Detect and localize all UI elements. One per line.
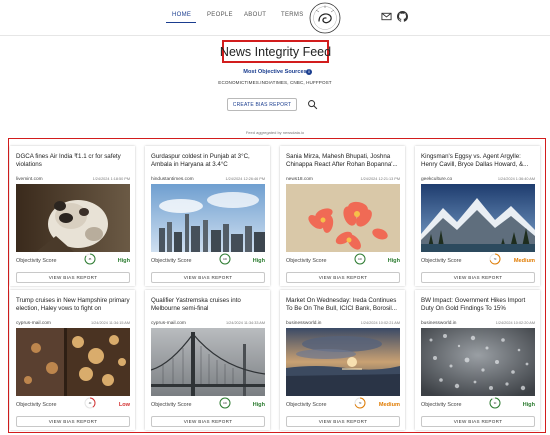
news-card: DGCA fines Air India ₹1.1 cr for safety … — [10, 146, 135, 286]
objectivity-score-gauge: 100 — [354, 253, 366, 265]
news-card: Sania Mirza, Mahesh Bhupati, Joshna Chin… — [280, 146, 405, 286]
nav-home[interactable]: HOME — [172, 12, 191, 18]
objectivity-score-label: Objectivity Score — [16, 258, 57, 264]
objectivity-score-value: 90 — [494, 403, 497, 405]
bias-rating: High — [117, 258, 130, 264]
view-bias-report-button[interactable]: VIEW BIAS REPORT — [286, 272, 400, 283]
nav-about[interactable]: ABOUT — [244, 12, 266, 18]
view-bias-report-button[interactable]: VIEW BIAS REPORT — [421, 416, 535, 427]
github-icon[interactable] — [397, 11, 408, 22]
card-timestamp: 1/24/2024 1:18:50 PM — [92, 177, 130, 181]
card-image[interactable] — [421, 184, 535, 252]
objectivity-score-value: 70 — [494, 259, 497, 261]
card-timestamp: 1/24/2024 12:26:46 PM — [225, 177, 265, 181]
card-title[interactable]: Gurdaspur coldest in Punjab at 3°C, Amba… — [151, 153, 266, 175]
objectivity-score-gauge: 85 — [84, 253, 96, 265]
view-bias-report-button[interactable]: VIEW BIAS REPORT — [286, 416, 400, 427]
bias-rating: High — [387, 258, 400, 264]
news-card: Kingsman's Eggsy vs. Agent Argylle: Henr… — [415, 146, 540, 286]
objective-sources-list: ECONOMICTIMES.INDIATIMES, CNBC, HUFFPOST — [218, 80, 332, 85]
objectivity-score-label: Objectivity Score — [286, 258, 327, 264]
news-card: Trump cruises in New Hampshire primary e… — [10, 290, 135, 430]
objectivity-score-value: 100 — [223, 259, 228, 261]
most-objective-label: Most Objective Sources — [243, 69, 307, 75]
card-source: livemint.com — [16, 177, 43, 182]
objectivity-score-label: Objectivity Score — [16, 402, 57, 408]
objectivity-score-value: 100 — [358, 259, 363, 261]
page-title: News Integrity Feed — [219, 44, 332, 59]
card-source: cyprus-mail.com — [151, 321, 186, 326]
card-title[interactable]: Qualifier Yastremska cruises into Melbou… — [151, 297, 266, 319]
card-source: geekculture.co — [421, 177, 453, 182]
news-card: Gurdaspur coldest in Punjab at 3°C, Amba… — [145, 146, 270, 286]
objectivity-score-label: Objectivity Score — [421, 402, 462, 408]
bias-rating: Medium — [513, 258, 535, 264]
objectivity-score-label: Objectivity Score — [286, 402, 327, 408]
card-title[interactable]: BW Impact: Government Hikes Import Duty … — [421, 297, 536, 319]
news-card: Qualifier Yastremska cruises into Melbou… — [145, 290, 270, 430]
objectivity-score-label: Objectivity Score — [151, 402, 192, 408]
card-timestamp: 1/24/2024 10:02:20 AM — [495, 321, 535, 325]
card-title[interactable]: Sania Mirza, Mahesh Bhupati, Joshna Chin… — [286, 153, 401, 175]
objectivity-score-label: Objectivity Score — [421, 258, 462, 264]
card-image[interactable] — [151, 184, 265, 252]
news-card: Market On Wednesday: Ireda Continues To … — [280, 290, 405, 430]
objectivity-score-gauge: 90 — [489, 397, 501, 409]
create-bias-report-button[interactable]: CREATE BIAS REPORT — [227, 98, 297, 111]
card-image[interactable] — [16, 184, 130, 252]
card-source: businessworld.in — [286, 321, 322, 326]
news-card: BW Impact: Government Hikes Import Duty … — [415, 290, 540, 430]
info-icon[interactable]: i — [306, 69, 312, 75]
view-bias-report-button[interactable]: VIEW BIAS REPORT — [151, 416, 265, 427]
objectivity-score-gauge: 70 — [489, 253, 501, 265]
card-source: businessworld.in — [421, 321, 457, 326]
objectivity-score-value: 40 — [89, 403, 92, 405]
card-timestamp: 1/24/2024 10:02:21 AM — [360, 321, 400, 325]
objectivity-score-gauge: 40 — [84, 397, 96, 409]
card-image[interactable] — [151, 328, 265, 396]
card-timestamp: 1/24/2024 11:34:15 AM — [91, 321, 130, 325]
view-bias-report-button[interactable]: VIEW BIAS REPORT — [151, 272, 265, 283]
view-bias-report-button[interactable]: VIEW BIAS REPORT — [421, 272, 535, 283]
card-source: hindustantimes.com — [151, 177, 194, 182]
nav-people[interactable]: PEOPLE — [207, 12, 233, 18]
card-title[interactable]: DGCA fines Air India ₹1.1 cr for safety … — [16, 153, 131, 175]
card-title[interactable]: Kingsman's Eggsy vs. Agent Argylle: Henr… — [421, 153, 536, 175]
nav-active-underline — [166, 22, 196, 23]
card-image[interactable] — [286, 328, 400, 396]
bias-rating: High — [252, 402, 265, 408]
top-nav: HOME PEOPLE ABOUT TERMS — [0, 0, 550, 36]
card-timestamp: 1/24/2024 11:34:33 AM — [226, 321, 265, 325]
objectivity-score-value: 100 — [223, 403, 228, 405]
nav-terms[interactable]: TERMS — [281, 12, 304, 18]
card-source: cyprus-mail.com — [16, 321, 51, 326]
card-timestamp: 1/24/2024 12:21:13 PM — [360, 177, 400, 181]
bias-rating: High — [522, 402, 535, 408]
card-image[interactable] — [421, 328, 535, 396]
objectivity-score-value: 70 — [359, 403, 362, 405]
card-source: news18.com — [286, 177, 313, 182]
site-logo[interactable] — [308, 1, 342, 35]
objectivity-score-value: 85 — [89, 259, 92, 261]
card-title[interactable]: Market On Wednesday: Ireda Continues To … — [286, 297, 401, 319]
mail-icon[interactable] — [381, 11, 392, 22]
card-image[interactable] — [286, 184, 400, 252]
objectivity-score-gauge: 70 — [354, 397, 366, 409]
bias-rating: High — [252, 258, 265, 264]
view-bias-report-button[interactable]: VIEW BIAS REPORT — [16, 272, 130, 283]
bias-rating: Low — [118, 402, 130, 408]
page-title-box: News Integrity Feed — [219, 40, 332, 63]
powered-by-note: Feed aggregated by newsdata.io — [245, 130, 305, 135]
objectivity-score-gauge: 100 — [219, 253, 231, 265]
view-bias-report-button[interactable]: VIEW BIAS REPORT — [16, 416, 130, 427]
bias-rating: Medium — [378, 402, 400, 408]
objectivity-score-label: Objectivity Score — [151, 258, 192, 264]
card-image[interactable] — [16, 328, 130, 396]
card-timestamp: 1/24/2024 1:36:40 AM — [497, 177, 535, 181]
search-icon[interactable] — [307, 99, 318, 110]
objectivity-score-gauge: 100 — [219, 397, 231, 409]
card-title[interactable]: Trump cruises in New Hampshire primary e… — [16, 297, 131, 319]
